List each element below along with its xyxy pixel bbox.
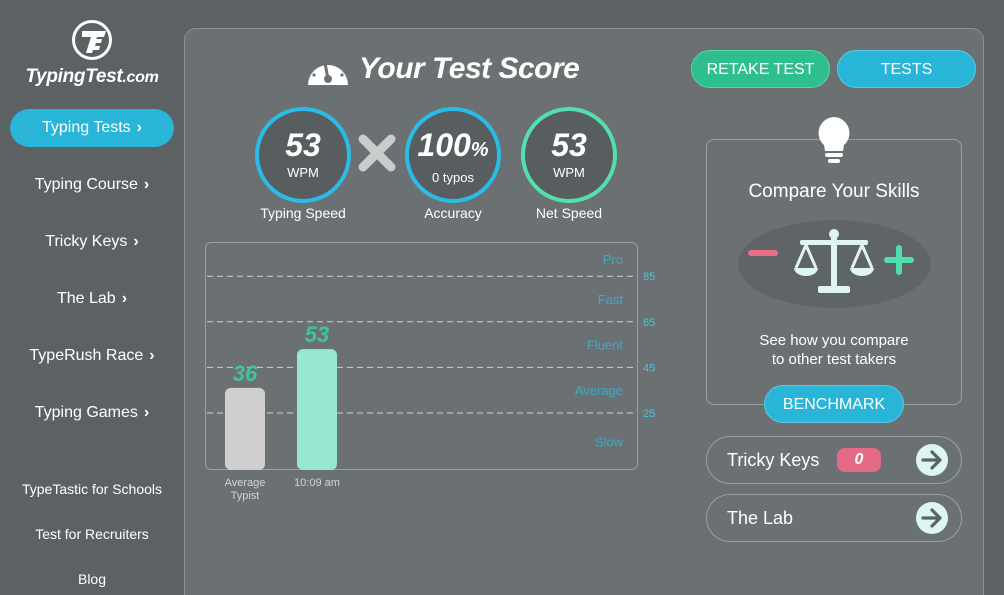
tricky-keys-count-badge: 0 [837, 448, 881, 472]
y-tick-label: 25 [643, 408, 655, 420]
times-icon [358, 134, 396, 172]
plus-icon-vertical [896, 245, 902, 275]
level-label: Fast [598, 292, 624, 307]
x-tick-label: 10:09 am [294, 477, 340, 489]
arrow-right-icon[interactable] [916, 444, 948, 476]
typing-speed-unit: WPM [287, 165, 319, 180]
page-title: Your Test Score [305, 49, 580, 89]
net-speed-caption: Net Speed [535, 205, 603, 221]
compare-description: See how you compare to other test takers [759, 332, 909, 368]
tests-button[interactable]: TESTS [837, 50, 976, 88]
chevron-right-icon: › [136, 119, 142, 136]
accuracy-typos: 0 typos [432, 170, 474, 185]
compare-skills-title: Compare Your Skills [748, 181, 920, 202]
score-panel: Your Test Score RETAKE TEST TESTS 53 WPM… [184, 28, 984, 595]
arrow-right-icon[interactable] [916, 502, 948, 534]
chevron-right-icon: › [133, 233, 139, 250]
chevron-right-icon: › [121, 290, 128, 307]
the-lab-label: The Lab [727, 508, 794, 528]
y-tick-label: 65 [643, 317, 655, 329]
sidebar-link-blog[interactable]: Blog [0, 568, 184, 590]
sidebar-item-the-lab[interactable]: The Lab › [0, 280, 184, 318]
lightbulb-icon [818, 117, 850, 163]
page-title-text: Your Test Score [359, 52, 580, 85]
y-tick-label: 45 [643, 362, 655, 374]
level-label: Slow [595, 435, 624, 450]
sidebar-item-label: Typing Tests [42, 119, 131, 136]
sidebar-link-typetastic[interactable]: TypeTastic for Schools [0, 478, 184, 500]
sidebar-item-label: TypeRush Race [29, 347, 144, 364]
accuracy-caption: Accuracy [424, 205, 482, 221]
y-tick-label: 85 [643, 271, 655, 283]
typing-speed-caption: Typing Speed [260, 205, 346, 221]
bar-data-label: 53 [305, 322, 329, 347]
level-label: Fluent [587, 338, 624, 353]
sidebar-item-typing-tests[interactable]: Typing Tests › [10, 109, 174, 147]
sidebar-item-typerush-race[interactable]: TypeRush Race › [0, 337, 184, 375]
chevron-right-icon: › [149, 347, 155, 364]
minus-icon [748, 250, 778, 256]
logo-text: TypingTest.com [25, 66, 159, 87]
the-lab-link[interactable]: The Lab [706, 494, 962, 542]
benchmark-button[interactable]: BENCHMARK [764, 385, 904, 423]
sidebar-item-typing-course[interactable]: Typing Course › [0, 166, 184, 204]
chevron-right-icon: › [143, 404, 150, 421]
tricky-keys-link[interactable]: Tricky Keys 0 [706, 436, 962, 484]
sidebar-item-label: The Lab [56, 290, 116, 307]
balance-scale-icon [794, 229, 874, 293]
typing-speed-value: 53 [285, 127, 321, 163]
sidebar-item-label: Typing Course [34, 176, 138, 193]
sidebar-item-typing-games[interactable]: Typing Games › [0, 394, 184, 432]
level-label: Average [575, 383, 623, 398]
chart-bar [225, 387, 265, 470]
accuracy-stat: 100% 0 typos [405, 107, 501, 203]
accuracy-value: 100% [417, 127, 489, 163]
chart-bar [297, 349, 337, 470]
sidebar-nav: Typing Tests › Typing Course › Tricky Keys… [0, 109, 184, 451]
net-speed-stat: 53 WPM [521, 107, 617, 203]
sidebar-item-label: Typing Games [34, 404, 138, 421]
speedometer-icon [308, 61, 348, 85]
sidebar: TypingTest.com Typing Tests › Typing Cour… [0, 0, 184, 595]
speed-chart: 25 45 65 85 Pro Fast Fluent Average Slow 36 Averag… [207, 252, 655, 502]
scale-illustration [738, 220, 931, 308]
sidebar-sub-nav: TypeTastic for Schools Test for Recruite… [0, 478, 184, 595]
level-label: Pro [603, 252, 623, 267]
tricky-keys-label: Tricky Keys [727, 450, 820, 470]
net-speed-value: 53 [551, 127, 587, 163]
retake-test-button[interactable]: RETAKE TEST [691, 50, 830, 88]
typing-speed-stat: 53 WPM [255, 107, 351, 203]
bar-data-label: 36 [233, 361, 258, 386]
x-tick-label: Typist [231, 490, 260, 502]
x-tick-label: Average [225, 477, 266, 489]
sidebar-link-recruiters[interactable]: Test for Recruiters [0, 523, 184, 545]
sidebar-item-label: Tricky Keys [45, 233, 128, 250]
chevron-right-icon: › [143, 176, 150, 193]
logo[interactable]: TypingTest.com [0, 20, 184, 88]
sidebar-item-tricky-keys[interactable]: Tricky Keys › [0, 223, 184, 261]
net-speed-unit: WPM [553, 165, 585, 180]
logo-icon [72, 20, 112, 60]
